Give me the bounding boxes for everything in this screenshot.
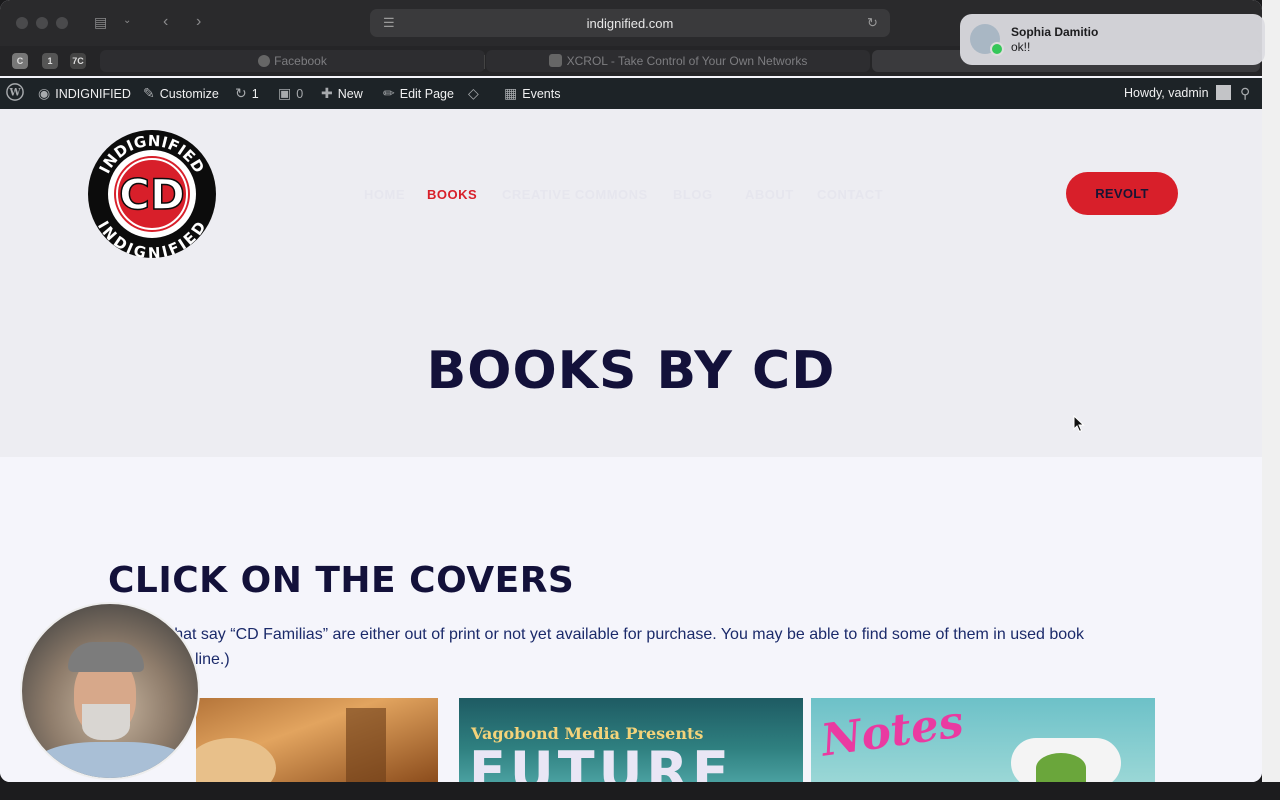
comments-link[interactable]: ▣ 0: [278, 78, 303, 109]
customize-link[interactable]: ✎ Customize: [143, 78, 219, 109]
page-title: BOOKS BY CD: [426, 341, 836, 401]
minimize-window-button[interactable]: [36, 17, 48, 29]
events-link[interactable]: ▦ Events: [504, 78, 560, 109]
desktop-background: [1262, 0, 1280, 800]
howdy-label: Howdy, vadmin: [1124, 86, 1209, 100]
sidebar-icon[interactable]: ▤: [94, 14, 107, 31]
nav-blog[interactable]: BLOG: [673, 187, 713, 202]
account-menu[interactable]: Howdy, vadmin: [1124, 78, 1232, 109]
dock-area: [0, 782, 1280, 800]
person-shirt: [32, 742, 192, 778]
calendar-icon: ▦: [504, 85, 518, 101]
pinned-tab-3[interactable]: 7C: [70, 53, 86, 69]
xcrol-icon: [548, 54, 562, 67]
paragraph-line-1: rs that say “CD Familias” are either out…: [152, 626, 1085, 643]
customize-label: Customize: [159, 87, 219, 101]
cover-figure: [346, 708, 386, 782]
zoom-window-button[interactable]: [56, 17, 68, 29]
plugin-diamond-icon[interactable]: ◇: [468, 78, 484, 109]
section-heading: CLICK ON THE COVERS: [108, 560, 575, 601]
diamond-icon: ◇: [468, 85, 479, 101]
new-content-link[interactable]: ✚ New: [321, 78, 363, 109]
forward-icon[interactable]: ›: [196, 13, 201, 31]
admin-site-name[interactable]: ◉ INDIGNIFIED: [38, 78, 131, 109]
tab-label: XCROL - Take Control of Your Own Network…: [566, 54, 808, 68]
site-header: INDIGNIFIED INDIGNIFIED CD HOME BOOKS CR…: [0, 109, 1262, 457]
chevron-down-icon[interactable]: ⌄: [123, 15, 131, 26]
avatar: [1216, 85, 1232, 100]
mouse-pointer-icon: [1073, 415, 1085, 433]
book-cover-1[interactable]: [196, 698, 438, 782]
nav-home[interactable]: HOME: [364, 187, 405, 202]
brush-icon: ✎: [143, 85, 155, 101]
wordpress-logo-icon[interactable]: W: [6, 78, 24, 109]
cover-title-text: FUTURE: [469, 740, 733, 782]
site-name-label: INDIGNIFIED: [55, 87, 131, 101]
events-label: Events: [522, 87, 561, 101]
cover-figure: [196, 738, 276, 782]
updates-icon: ↻: [235, 85, 247, 101]
message-notification[interactable]: Sophia Damitio ok!!: [960, 14, 1265, 65]
person-beard: [82, 704, 130, 740]
reload-icon[interactable]: ↻: [867, 15, 878, 31]
address-bar[interactable]: ☰ indignified.com ↻: [370, 9, 890, 37]
nav-creative-commons[interactable]: CREATIVE COMMONS: [502, 187, 648, 202]
updates-link[interactable]: ↻ 1: [235, 78, 259, 109]
wp-admin-bar: W ◉ INDIGNIFIED ✎ Customize ↻ 1 ▣ 0 ✚ New ✏ Ed…: [0, 78, 1262, 109]
paragraph-line-2: line.): [195, 651, 230, 668]
tab-label: Facebook: [274, 54, 327, 68]
revolt-button[interactable]: REVOLT: [1066, 172, 1178, 215]
svg-text:W: W: [8, 88, 21, 99]
tab-xcrol[interactable]: XCROL - Take Control of Your Own Network…: [486, 50, 870, 72]
notification-sender: Sophia Damitio: [1011, 25, 1099, 39]
main-content: CLICK ON THE COVERS rs that say “CD Fami…: [0, 457, 1262, 782]
person-cap: [68, 642, 144, 672]
nav-contact[interactable]: CONTACT: [817, 187, 883, 202]
search-icon[interactable]: ⚲: [1240, 78, 1255, 109]
pencil-icon: ✏: [383, 85, 395, 101]
nav-about[interactable]: ABOUT: [745, 187, 794, 202]
new-label: New: [337, 87, 363, 101]
tab-facebook[interactable]: Facebook: [100, 50, 485, 72]
logo-center-text: CD: [119, 170, 185, 219]
plus-icon: ✚: [321, 85, 333, 101]
cover-palm: [1036, 753, 1086, 782]
tab-divider: [484, 55, 485, 69]
book-cover-2[interactable]: Vagobond Media Presents FUTURE: [459, 698, 803, 782]
dashboard-icon: ◉: [38, 85, 51, 101]
cover-title-text: Notes: [818, 698, 967, 767]
nav-books[interactable]: BOOKS: [427, 187, 477, 202]
intro-paragraph: rs that say “CD Familias” are either out…: [108, 622, 1118, 672]
comment-icon: ▣: [278, 85, 292, 101]
facebook-icon: [258, 55, 271, 67]
magnifier-glyph: ⚲: [1240, 85, 1251, 101]
pinned-tab-2[interactable]: 1: [42, 53, 58, 69]
pinned-tab-1[interactable]: C: [12, 53, 28, 69]
url-text: indignified.com: [586, 16, 674, 31]
book-cover-3[interactable]: Notes: [811, 698, 1155, 782]
messages-icon: [990, 42, 1004, 56]
close-window-button[interactable]: [16, 17, 28, 29]
site-logo[interactable]: INDIGNIFIED INDIGNIFIED CD: [87, 129, 217, 259]
updates-count: 1: [251, 87, 259, 101]
notification-message: ok!!: [1011, 40, 1031, 54]
edit-page-link[interactable]: ✏ Edit Page: [383, 78, 454, 109]
edit-page-label: Edit Page: [399, 87, 454, 101]
webcam-overlay: [20, 602, 200, 780]
comments-count: 0: [296, 87, 304, 101]
back-icon[interactable]: ‹: [163, 13, 168, 31]
